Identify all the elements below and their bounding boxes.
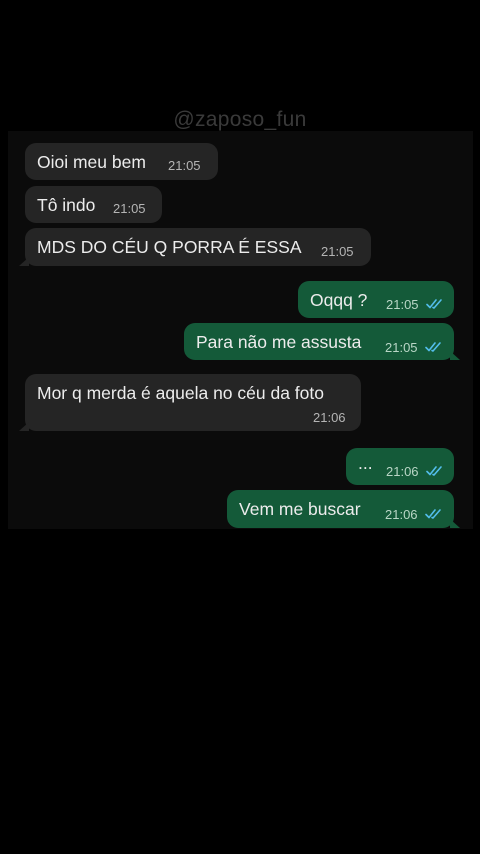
message-time: 21:06 xyxy=(386,464,419,479)
message-outgoing[interactable]: ... 21:06 xyxy=(346,448,454,485)
message-incoming[interactable]: Mor q merda é aquela no céu da foto 21:0… xyxy=(19,374,361,431)
message-time: 21:05 xyxy=(168,158,201,173)
message-time: 21:06 xyxy=(313,410,346,425)
read-ticks-icon xyxy=(426,466,442,476)
message-time: 21:05 xyxy=(386,297,419,312)
message-text: Para não me assusta xyxy=(196,332,362,352)
message-time: 21:05 xyxy=(385,340,418,355)
chat-panel[interactable]: Oioi meu bem 21:05 Tô indo 21:05 MDS DO … xyxy=(8,131,473,529)
message-text: Mor q merda é aquela no céu da foto xyxy=(37,383,324,403)
bubble-tail xyxy=(19,422,29,431)
message-incoming[interactable]: MDS DO CÉU Q PORRA É ESSA 21:05 xyxy=(19,228,371,266)
message-text: Vem me buscar xyxy=(239,499,361,519)
message-incoming[interactable]: Tô indo 21:05 xyxy=(25,186,162,223)
watermark: @zaposo_fun xyxy=(173,108,307,131)
message-text: Tô indo xyxy=(37,195,96,215)
message-time: 21:05 xyxy=(113,201,146,216)
message-text: Oioi meu bem xyxy=(37,152,146,172)
message-text: ... xyxy=(358,453,373,473)
message-outgoing[interactable]: Vem me buscar 21:06 xyxy=(227,490,460,528)
message-outgoing[interactable]: Oqqq ? 21:05 xyxy=(298,281,454,318)
read-ticks-icon xyxy=(425,342,441,352)
message-time: 21:06 xyxy=(385,507,418,522)
bubble-tail xyxy=(19,257,29,266)
read-ticks-icon xyxy=(425,509,441,519)
read-ticks-icon xyxy=(426,299,442,309)
bubble-tail xyxy=(450,351,460,360)
message-text: MDS DO CÉU Q PORRA É ESSA xyxy=(37,237,302,257)
message-incoming[interactable]: Oioi meu bem 21:05 xyxy=(25,143,218,180)
bubble-tail xyxy=(450,519,460,528)
message-outgoing[interactable]: Para não me assusta 21:05 xyxy=(184,323,460,360)
message-text: Oqqq ? xyxy=(310,290,368,310)
message-time: 21:05 xyxy=(321,244,354,259)
